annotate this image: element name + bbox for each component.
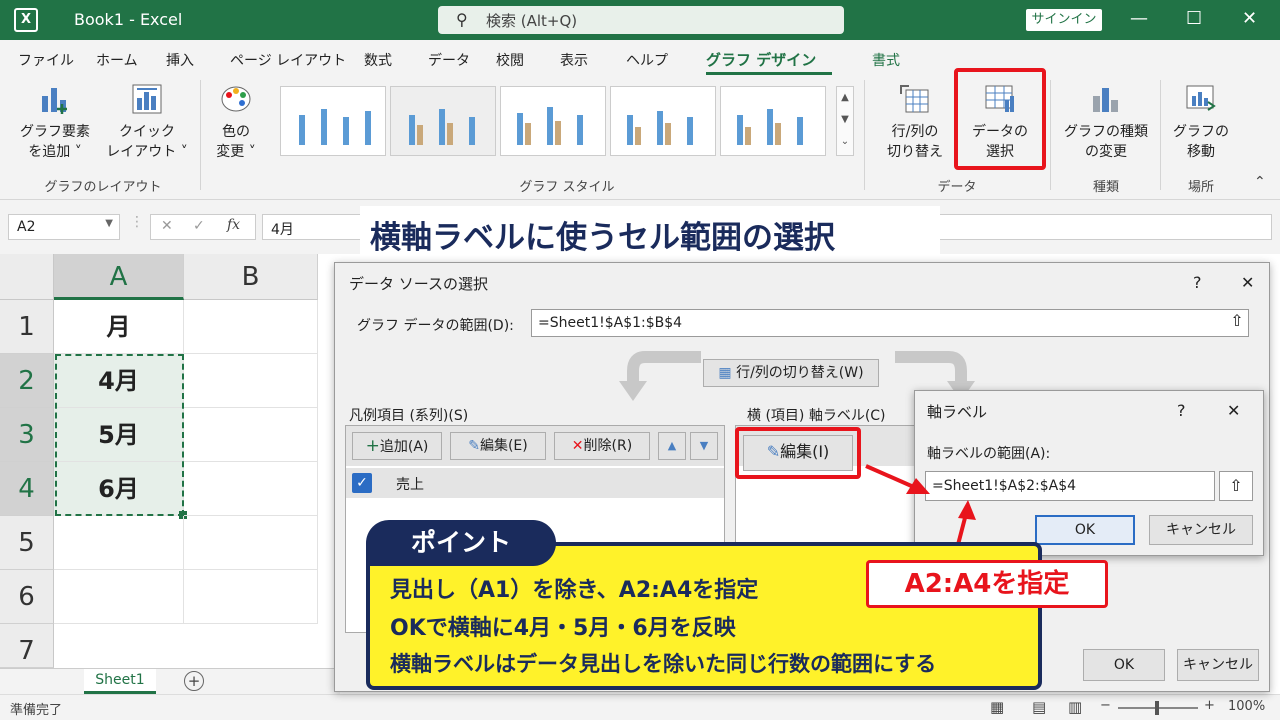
point-line-2: OKで横軸に4月・5月・6月を反映 [390, 616, 736, 641]
arrow-head [958, 500, 976, 520]
range-callout: A2:A4を指定 [866, 560, 1108, 608]
point-line-1: 見出し（A1）を除き、A2:A4を指定 [390, 578, 759, 603]
point-tag: ポイント [366, 520, 556, 566]
point-line-3: 横軸ラベルはデータ見出しを除いた同じ行数の範囲にする [390, 652, 937, 676]
arrow-to-range [865, 464, 917, 490]
